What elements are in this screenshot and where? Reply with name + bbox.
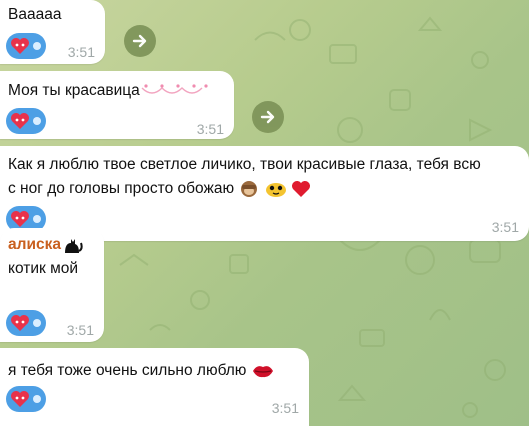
message-text: котик мой: [8, 260, 79, 277]
heart-reaction-icon: [11, 315, 29, 331]
heart-reaction-icon: [11, 391, 29, 407]
message-line-content: с ног до головы просто обожаю: [8, 180, 235, 197]
message-bubble[interactable]: я тебя тоже очень сильно люблю 3:51: [0, 348, 309, 426]
message-time: 3:51: [66, 322, 94, 338]
reaction-avatar-dot: [33, 215, 41, 223]
message-time: 3:51: [67, 44, 95, 60]
forward-arrow-icon: [260, 110, 275, 124]
message-text-content: я тебя тоже очень сильно люблю: [8, 362, 247, 379]
message-line: я тебя тоже очень сильно люблю: [8, 360, 275, 382]
message-text: Вааааа: [8, 6, 62, 23]
heart-reaction-icon: [11, 113, 29, 129]
heart-reaction[interactable]: [6, 310, 46, 336]
message-line: с ног до головы просто обожаю: [8, 178, 311, 200]
red-heart-emoji-icon: [292, 180, 311, 197]
message-time: 3:51: [491, 219, 519, 235]
monkey-emoji-icon: [241, 180, 258, 197]
message-bubble[interactable]: Как я люблю твое светлое личико, твои кр…: [0, 146, 529, 241]
message-bubble[interactable]: Вааааа 3:51: [0, 0, 105, 64]
lips-emoji-icon: [252, 366, 273, 378]
reaction-avatar-dot: [33, 117, 41, 125]
blush-emoji-icon: [265, 182, 286, 197]
heart-reaction[interactable]: [6, 108, 46, 134]
message-bubble[interactable]: алиска котик мой 3:51: [0, 228, 104, 342]
message-bubble[interactable]: Моя ты красавица 3:51: [0, 71, 234, 139]
reaction-avatar-dot: [33, 319, 41, 327]
reaction-avatar-dot: [33, 42, 41, 50]
hearts-smile-emoji-icon: [141, 84, 208, 94]
heart-reaction[interactable]: [6, 33, 46, 59]
message-time: 3:51: [271, 400, 299, 416]
heart-reaction[interactable]: [6, 386, 46, 412]
reaction-avatar-dot: [33, 395, 41, 403]
heart-reaction-icon: [11, 211, 29, 227]
message-text-content: Моя ты красавица: [8, 82, 140, 99]
sender-line: алиска: [8, 234, 83, 256]
forward-button[interactable]: [252, 101, 284, 133]
message-text: Моя ты красавица: [8, 80, 212, 102]
message-time: 3:51: [196, 121, 224, 137]
forward-button[interactable]: [124, 25, 156, 57]
forward-arrow-icon: [132, 34, 147, 48]
black-cat-emoji-icon: [65, 238, 83, 253]
heart-reaction-icon: [11, 38, 29, 54]
message-line: Как я люблю твое светлое личико, твои кр…: [8, 156, 481, 173]
sender-name[interactable]: алиска: [8, 236, 61, 253]
